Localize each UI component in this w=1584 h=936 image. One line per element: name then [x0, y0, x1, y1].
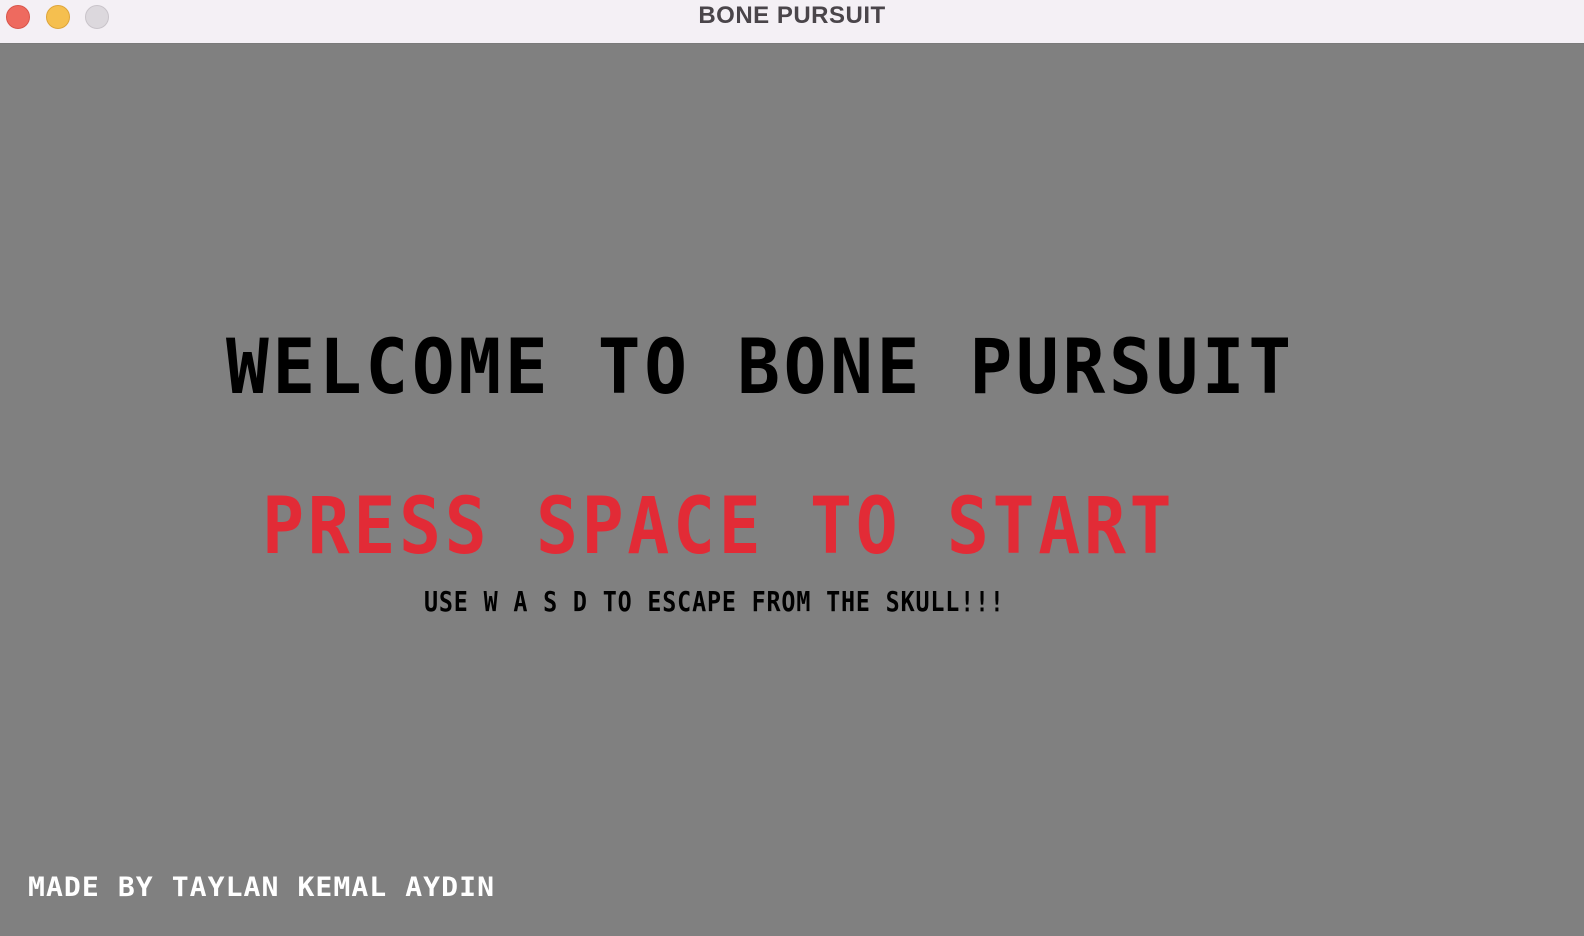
- controls-instructions: USE W A S D TO ESCAPE FROM THE SKULL!!!: [424, 585, 1005, 618]
- welcome-title: WELCOME TO BONE PURSUIT: [226, 322, 1295, 411]
- window-title: BONE PURSUIT: [698, 2, 886, 29]
- author-credits: MADE BY TAYLAN KEMAL AYDIN: [28, 872, 496, 903]
- title-bar[interactable]: BONE PURSUIT: [0, 0, 1584, 44]
- app-window: BONE PURSUIT WELCOME TO BONE PURSUIT PRE…: [0, 0, 1584, 936]
- start-prompt: PRESS SPACE TO START: [262, 482, 1176, 572]
- game-canvas[interactable]: WELCOME TO BONE PURSUIT PRESS SPACE TO S…: [0, 44, 1584, 936]
